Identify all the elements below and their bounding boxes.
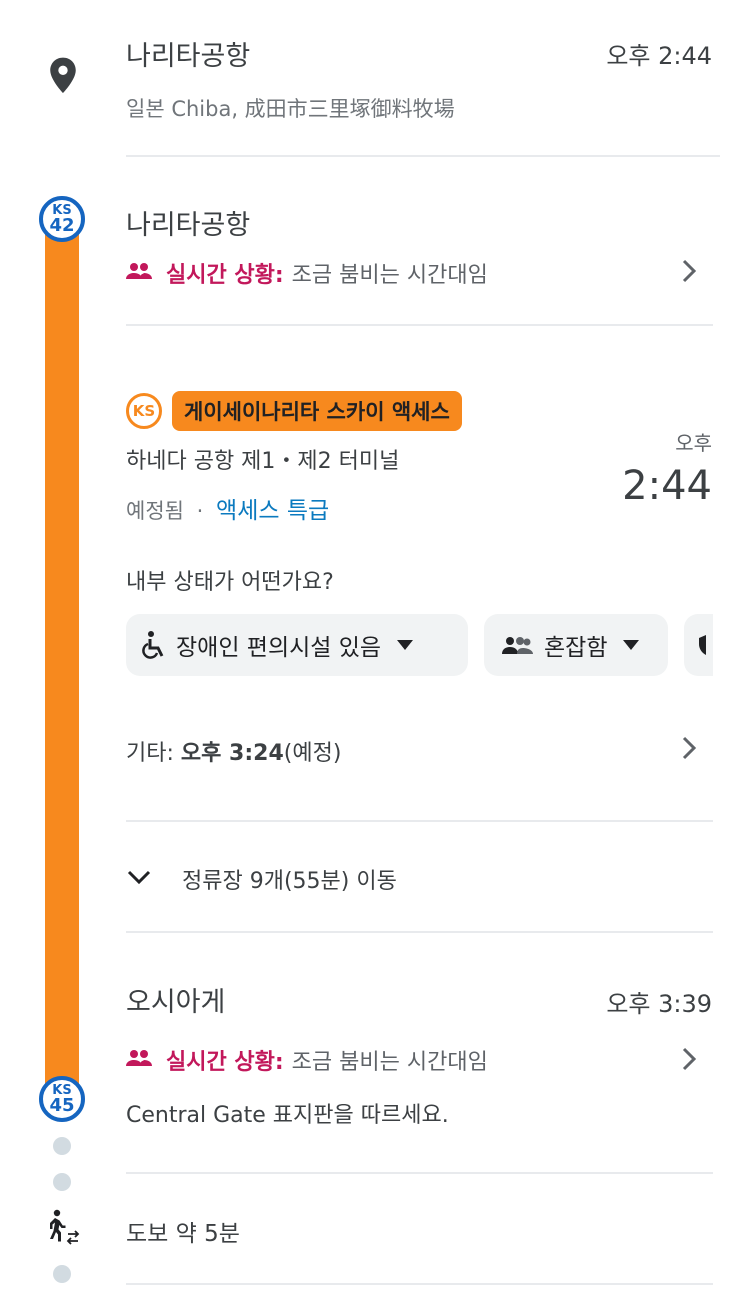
other-departures-row[interactable]: 기타: 오후 3:24(예정) — [126, 735, 341, 767]
train-destination: 하네다 공항 제1・제2 터미널 — [126, 449, 400, 474]
accessibility-chip[interactable]: 장애인 편의시설 있음 — [126, 614, 468, 676]
origin-address: 일본 Chiba, 成田市三里塚御料牧場 — [126, 97, 455, 121]
chevron-right-icon[interactable] — [681, 258, 697, 288]
people-icon — [126, 1048, 152, 1073]
divider — [126, 1283, 713, 1285]
stop-badge-start: KS 42 — [39, 196, 85, 242]
dropdown-arrow-icon — [623, 640, 640, 650]
chevron-right-icon[interactable] — [681, 735, 697, 765]
live-label: 실시간 상황: — [166, 263, 284, 288]
location-pin-icon — [46, 56, 80, 96]
start-stop-name: 나리타공항 — [126, 210, 251, 241]
shield-icon — [698, 634, 713, 656]
live-text: 조금 붐비는 시간대임 — [291, 263, 488, 288]
divider — [126, 931, 713, 933]
divider — [126, 324, 713, 326]
walk-dot — [53, 1265, 71, 1283]
live-text: 조금 붐비는 시간대임 — [291, 1050, 488, 1075]
divider — [126, 820, 713, 822]
origin-time: 오후 2:44 — [606, 42, 712, 70]
walk-dot — [53, 1173, 71, 1191]
dropdown-arrow-icon — [397, 640, 414, 650]
origin-name: 나리타공항 — [126, 41, 251, 72]
walk-dot — [53, 1137, 71, 1155]
exit-instruction: Central Gate 표지판을 따르세요. — [126, 1103, 449, 1128]
service-type: 액세스 특급 — [216, 498, 330, 524]
people-icon — [500, 635, 534, 655]
more-condition-chip[interactable] — [684, 614, 713, 676]
end-stop-name: 오시아게 — [126, 987, 226, 1018]
live-status-row[interactable]: 실시간 상황: 조금 붐비는 시간대임 — [126, 1044, 706, 1076]
divider — [126, 155, 720, 157]
chevron-down-icon[interactable] — [126, 869, 152, 889]
walking-icon — [44, 1209, 82, 1251]
chevron-right-icon[interactable] — [681, 1046, 697, 1076]
condition-question: 내부 상태가 어떤가요? — [126, 570, 334, 595]
people-icon — [126, 261, 152, 286]
ks-line-logo: KS — [126, 393, 162, 429]
stops-summary[interactable]: 정류장 9개(55분) 이동 — [182, 863, 397, 895]
live-status-row[interactable]: 실시간 상황: 조금 붐비는 시간대임 — [126, 257, 706, 289]
stop-badge-end: KS 45 — [39, 1076, 85, 1122]
crowding-chip[interactable]: 혼잡함 — [484, 614, 668, 676]
end-stop-time: 오후 3:39 — [606, 990, 712, 1018]
departure-time: 2:44 — [622, 463, 712, 509]
transit-line-rail — [45, 225, 79, 1105]
live-label: 실시간 상황: — [166, 1050, 284, 1075]
schedule-status: 예정됨 — [126, 499, 184, 523]
train-status-row: 예정됨 · 액세스 특급 — [126, 498, 330, 524]
divider — [126, 1172, 713, 1174]
departure-time-label: 오후 — [675, 431, 712, 455]
line-name-badge: 게이세이나리타 스카이 액세스 — [172, 391, 462, 431]
wheelchair-icon — [142, 630, 166, 660]
walk-duration: 도보 약 5분 — [126, 1221, 240, 1247]
